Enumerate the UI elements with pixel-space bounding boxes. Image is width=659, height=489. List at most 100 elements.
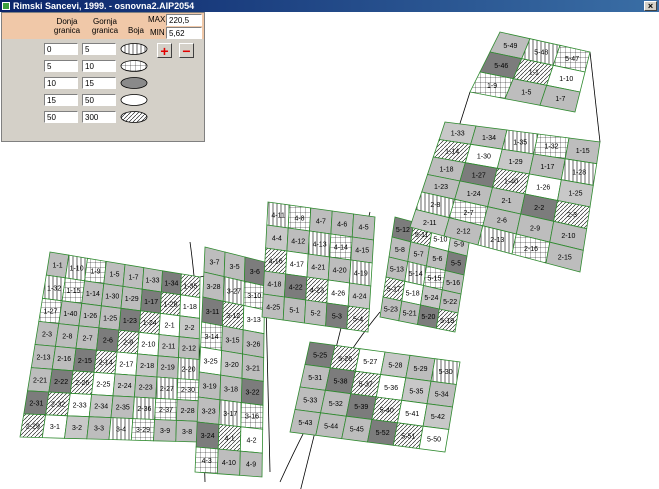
range-pattern-swatch[interactable] xyxy=(120,94,148,106)
parcel-label: 2-19 xyxy=(161,365,175,372)
parcel-label: 1-25 xyxy=(103,316,117,323)
parcel-label: 5-41 xyxy=(405,411,419,418)
parcel-label: 3-27 xyxy=(227,289,241,296)
parcel-label: 4-18 xyxy=(267,282,281,289)
range-lower-field[interactable] xyxy=(44,77,78,89)
parcel-label: 2-26 xyxy=(75,380,89,387)
range-pattern-swatch[interactable] xyxy=(120,43,148,55)
range-upper-field[interactable] xyxy=(82,43,116,55)
parcel-label: 3-29 xyxy=(136,427,150,434)
parcel-label: 3-4 xyxy=(116,427,126,434)
parcel-label: 2-18 xyxy=(140,363,154,370)
lower-bound-header: Donja granica xyxy=(53,17,81,35)
parcel-label: 1-23 xyxy=(434,184,448,191)
parcel-label: 4-2 xyxy=(246,438,256,445)
parcel-label: 2-31 xyxy=(29,400,43,407)
parcel-label: 2-1 xyxy=(501,198,511,205)
parcel-label: 5-39 xyxy=(354,404,368,411)
range-upper-field[interactable] xyxy=(82,111,116,123)
parcel-label: 3-28 xyxy=(206,284,220,291)
parcel-label: 2-25 xyxy=(96,382,110,389)
parcel-label: 3-19 xyxy=(203,384,217,391)
range-upper-field[interactable] xyxy=(82,77,116,89)
parcel-label: 3-3 xyxy=(94,426,104,433)
parcel-label: 2-10 xyxy=(561,233,575,240)
parcel-label: 1-33 xyxy=(145,277,159,284)
parcel-label: 4-6 xyxy=(337,222,347,229)
max-value-field[interactable] xyxy=(166,14,202,26)
window-titlebar: Rimski Sancevi, 1999. - osnovna2.AIP2054… xyxy=(0,0,659,12)
parcel-label: 2-16 xyxy=(57,356,71,363)
parcel-label: 1-35 xyxy=(183,283,197,290)
parcel-label: 5-48 xyxy=(534,50,548,57)
parcel-label: 2-32 xyxy=(51,402,65,409)
parcel-label: 1-30 xyxy=(477,154,491,161)
parcel-label: 2-15 xyxy=(78,358,92,365)
parcel-label: 1-15 xyxy=(66,288,80,295)
parcel-label: 5-40 xyxy=(380,407,394,414)
parcel-label: 1-24 xyxy=(143,320,157,327)
range-lower-field[interactable] xyxy=(44,60,78,72)
parcel-label: 2-27 xyxy=(160,386,174,393)
parcel-label: 5-26 xyxy=(338,356,352,363)
parcel-label: 4-12 xyxy=(291,239,305,246)
parcel-label: 5-11 xyxy=(415,232,429,239)
parcel-label: 5-18 xyxy=(406,291,420,298)
parcel-label: 5-35 xyxy=(409,388,423,395)
window-title: Rimski Sancevi, 1999. - osnovna2.AIP2054 xyxy=(13,1,195,11)
parcel-label: 5-42 xyxy=(431,414,445,421)
parcel-label: 5-7 xyxy=(414,251,424,258)
parcel-label: 2-30 xyxy=(181,387,195,394)
range-upper-field[interactable] xyxy=(82,94,116,106)
parcel-label: 3-18 xyxy=(224,386,238,393)
parcel-label: 1-28 xyxy=(572,169,586,176)
add-range-button[interactable]: + xyxy=(157,43,172,58)
parcel-label: 1-32 xyxy=(544,144,558,151)
parcel-label: 5-29 xyxy=(413,366,427,373)
parcel-label: 2-1 xyxy=(165,323,175,330)
parcel-label: 4-16 xyxy=(269,259,283,266)
range-lower-field[interactable] xyxy=(44,111,78,123)
parcel-label: 4-9 xyxy=(246,462,256,469)
parcel-label: 2-20 xyxy=(181,367,195,374)
parcel-label: 3-22 xyxy=(245,389,259,396)
range-lower-field[interactable] xyxy=(44,43,78,55)
range-upper-field[interactable] xyxy=(82,60,116,72)
parcel-label: 4-24 xyxy=(352,294,366,301)
parcel-label: 5-3 xyxy=(332,314,342,321)
parcel-label: 2-6 xyxy=(103,338,113,345)
parcel-label: 4-25 xyxy=(266,305,280,312)
parcel-label: 5-45 xyxy=(350,427,364,434)
remove-range-button[interactable]: − xyxy=(179,43,194,58)
parcel-label: 2-8 xyxy=(62,334,72,341)
parcel-label: 3-15 xyxy=(225,338,239,345)
parcel-label: 1-1 xyxy=(53,263,63,270)
range-pattern-swatch[interactable] xyxy=(120,60,148,72)
parcel-label: 2-12 xyxy=(456,229,470,236)
app-icon xyxy=(2,2,10,10)
parcel-label: 3-5 xyxy=(230,264,240,271)
parcel-label: 4-20 xyxy=(333,268,347,275)
parcel-label: 3-14 xyxy=(205,334,219,341)
parcel-label: 5-13 xyxy=(390,267,404,274)
parcel-label: 5-23 xyxy=(384,306,398,313)
parcel-label: 3-7 xyxy=(209,259,219,266)
parcel-label: 1-29 xyxy=(509,159,523,166)
parcel-label: 1-14 xyxy=(86,291,100,298)
parcel-label: 1-1 xyxy=(529,70,539,77)
road-line xyxy=(589,51,601,143)
range-pattern-swatch[interactable] xyxy=(120,77,148,89)
parcel-label: 2-33 xyxy=(73,403,87,410)
parcel-label: 2-29 xyxy=(26,423,40,430)
parcel-label: 4-23 xyxy=(310,288,324,295)
min-value-field[interactable] xyxy=(166,27,202,39)
parcel-label: 1-28 xyxy=(163,302,177,309)
parcel-label: 2-21 xyxy=(33,377,47,384)
range-lower-field[interactable] xyxy=(44,94,78,106)
parcel-label: 4-11 xyxy=(271,213,285,220)
parcel-label: 5-30 xyxy=(439,369,453,376)
close-button[interactable]: × xyxy=(644,1,657,11)
range-pattern-swatch[interactable] xyxy=(120,111,148,123)
parcel-label: 2-6 xyxy=(497,218,507,225)
parcel-label: 2-34 xyxy=(94,404,108,411)
